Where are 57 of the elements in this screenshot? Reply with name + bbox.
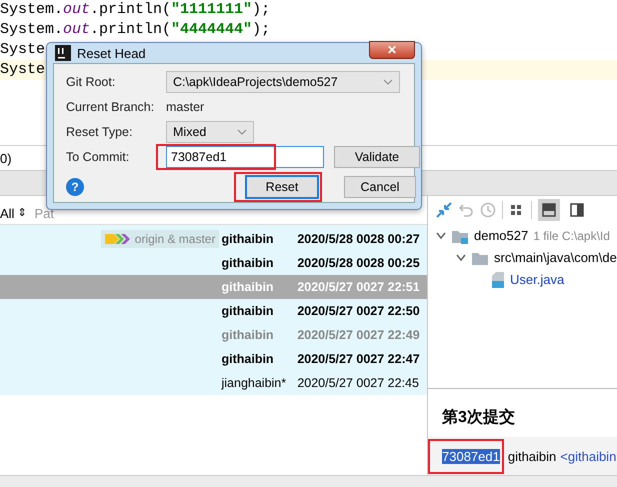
code-text: System.out.println("4444444"); (0, 20, 270, 40)
reset-type-dropdown[interactable]: Mixed (166, 121, 254, 143)
app-logo-icon (55, 45, 71, 61)
date-cell-text: 2020/5/27 0027 22:49 (297, 328, 421, 342)
commit-input[interactable]: 73087ed1 (166, 146, 324, 168)
java-file-icon (491, 272, 505, 288)
code-text: Syste (0, 40, 46, 60)
tree-label[interactable]: src\main\java\com\de (494, 250, 617, 266)
author-cell-text: githaibin (221, 352, 275, 366)
date-cell-text: 2020/5/28 0028 00:25 (297, 256, 421, 270)
commit-row[interactable]: origin & master githaibin 2020/5/28 0028 00:27 (0, 227, 427, 251)
date-cell-text: 2020/5/27 0027 22:50 (297, 304, 421, 318)
date-cell-text: 2020/5/27 0027 22:51 (297, 280, 421, 294)
author-cell-text: jianghaibin* (221, 376, 288, 390)
author-cell-text: githaibin (221, 304, 275, 318)
tree-info: 1 file C:\apk\Id (533, 228, 610, 243)
commit-row[interactable]: jianghaibin* 2020/5/27 0027 22:45 (0, 371, 427, 395)
field-label: Reset Type: (66, 124, 134, 141)
git-root-dropdown[interactable]: C:\apk\IdeaProjects\demo527 (166, 71, 400, 93)
branch-label: origin & master (100, 230, 220, 248)
author-email[interactable]: <githaibin (560, 448, 616, 464)
commit-row[interactable]: githaibin 2020/5/28 0028 00:25 (0, 251, 427, 275)
author-cell-text: githaibin (221, 280, 275, 294)
commit-hash[interactable]: 73087ed1 (442, 448, 500, 464)
author-cell-text: githaibin (221, 256, 275, 270)
commit-row[interactable]: githaibin 2020/5/27 0027 22:50 (0, 299, 427, 323)
sort-arrows: ⇕ (17, 206, 26, 221)
date-cell-text: 2020/5/27 0027 22:45 (297, 376, 420, 390)
field-label: Current Branch: (66, 99, 156, 116)
expand-icon[interactable] (436, 232, 446, 240)
date-cell-text: 2020/5/27 0027 22:47 (297, 352, 421, 366)
tag-icon (104, 232, 131, 246)
date-cell-text: 2020/5/28 0028 00:27 (297, 232, 421, 246)
horizontal-layout-icon[interactable] (538, 199, 560, 222)
dialog-button[interactable]: Reset (246, 176, 318, 198)
tree-label[interactable]: User.java (510, 272, 564, 288)
chevron-icon (237, 129, 247, 135)
dialog-button[interactable]: Cancel (344, 176, 416, 198)
author-cell-text: githaibin (221, 232, 275, 246)
commit-author: githaibin (508, 448, 556, 464)
branch-name: master (166, 99, 206, 116)
branch-filter[interactable]: All (0, 206, 14, 221)
help-icon[interactable]: ? (66, 178, 84, 196)
field-label: Git Root: (66, 74, 116, 91)
validate-button[interactable]: Validate (334, 146, 420, 168)
expand-icon[interactable] (456, 254, 466, 262)
toolbar-text: 0) (0, 150, 12, 166)
field-label: To Commit: (66, 149, 130, 166)
dialog-title: Reset Head (77, 46, 146, 60)
commit-row[interactable]: githaibin 2020/5/27 0027 22:47 (0, 347, 427, 371)
collapse-arrows-icon[interactable] (436, 202, 452, 218)
code-text: System.out.println("1111111"); (0, 0, 270, 20)
author-cell-text: githaibin (221, 328, 275, 342)
chevron-icon (383, 79, 393, 85)
tree-label[interactable]: demo527 (474, 228, 528, 244)
commit-message: 第3次提交 (441, 407, 516, 428)
code-text: Syste (0, 60, 46, 80)
